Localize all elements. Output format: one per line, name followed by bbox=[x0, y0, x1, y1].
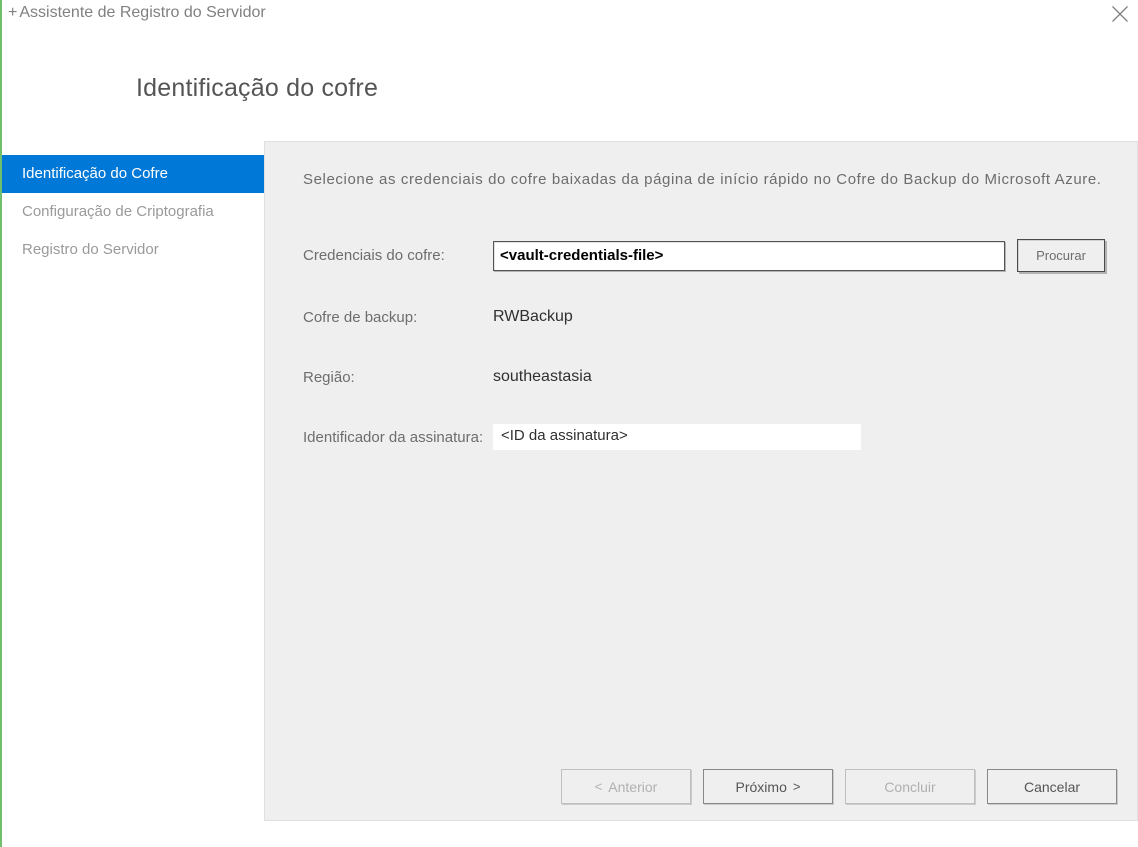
window-title: + Assistente de Registro do Servidor bbox=[8, 4, 266, 22]
wizard-footer: < Anterior Próximo > Concluir Cancelar bbox=[561, 769, 1117, 804]
sidebar-item-label: Identificação do Cofre bbox=[22, 165, 168, 182]
finish-button: Concluir bbox=[845, 769, 975, 804]
label-region: Região: bbox=[303, 369, 493, 386]
page-heading: Identificação do cofre bbox=[136, 74, 1138, 103]
body: Identificação do Cofre Configuração de C… bbox=[2, 141, 1138, 821]
value-backup-vault: RWBackup bbox=[493, 308, 573, 326]
plus-indicator: + bbox=[8, 4, 17, 22]
window-title-text: Assistente de Registro do Servidor bbox=[19, 4, 265, 22]
row-subscription-id: Identificador da assinatura: <ID da assi… bbox=[303, 422, 1105, 452]
sidebar-item-server-registration[interactable]: Registro do Servidor bbox=[2, 231, 264, 269]
close-icon[interactable] bbox=[1110, 4, 1130, 24]
row-backup-vault: Cofre de backup: RWBackup bbox=[303, 302, 1105, 332]
sidebar-item-encryption-config[interactable]: Configuração de Criptografia bbox=[2, 193, 264, 231]
value-region: southeastasia bbox=[493, 368, 592, 386]
value-subscription-id: <ID da assinatura> bbox=[493, 424, 861, 450]
cancel-button[interactable]: Cancelar bbox=[987, 769, 1117, 804]
next-button[interactable]: Próximo > bbox=[703, 769, 833, 804]
cancel-button-label: Cancelar bbox=[1024, 779, 1080, 795]
registration-wizard-window: + Assistente de Registro do Servidor Ide… bbox=[0, 0, 1138, 847]
content-panel: Selecione as credenciais do cofre baixad… bbox=[264, 141, 1138, 821]
sidebar-item-label: Configuração de Criptografia bbox=[22, 203, 214, 220]
row-region: Região: southeastasia bbox=[303, 362, 1105, 392]
row-vault-credentials: Credenciais do cofre: Procurar bbox=[303, 239, 1105, 272]
finish-button-label: Concluir bbox=[884, 779, 935, 795]
previous-button-label: Anterior bbox=[608, 779, 657, 795]
instructions-text: Selecione as credenciais do cofre baixad… bbox=[303, 168, 1105, 191]
sidebar-item-label: Registro do Servidor bbox=[22, 241, 159, 258]
vault-credentials-input[interactable] bbox=[493, 241, 1005, 271]
previous-button: < Anterior bbox=[561, 769, 691, 804]
titlebar: + Assistente de Registro do Servidor bbox=[2, 0, 1138, 34]
label-backup-vault: Cofre de backup: bbox=[303, 309, 493, 326]
browse-button[interactable]: Procurar bbox=[1017, 239, 1105, 272]
chevron-right-icon: > bbox=[793, 780, 801, 793]
next-button-label: Próximo bbox=[736, 779, 787, 795]
label-subscription-id: Identificador da assinatura: bbox=[303, 429, 493, 446]
sidebar-item-vault-identification[interactable]: Identificação do Cofre bbox=[2, 155, 264, 193]
credentials-field-wrap: Procurar bbox=[493, 239, 1105, 272]
wizard-steps-sidebar: Identificação do Cofre Configuração de C… bbox=[2, 141, 264, 821]
label-vault-credentials: Credenciais do cofre: bbox=[303, 247, 493, 264]
chevron-left-icon: < bbox=[595, 780, 603, 793]
heading-area: Identificação do cofre bbox=[2, 34, 1138, 141]
